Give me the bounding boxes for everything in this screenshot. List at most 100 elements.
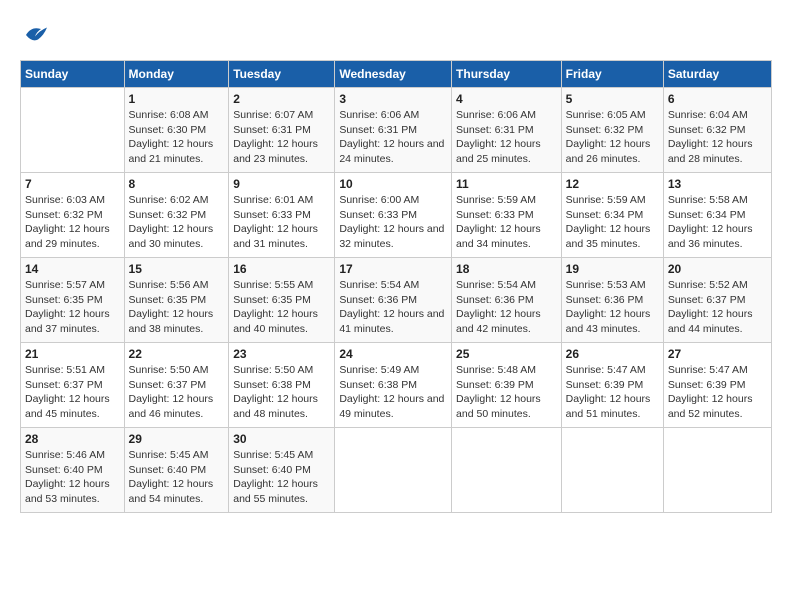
day-cell: 25 Sunrise: 5:48 AMSunset: 6:39 PMDaylig… — [452, 343, 562, 428]
day-number: 18 — [456, 262, 557, 276]
day-cell: 19 Sunrise: 5:53 AMSunset: 6:36 PMDaylig… — [561, 258, 663, 343]
header-thursday: Thursday — [452, 61, 562, 88]
day-number: 29 — [129, 432, 225, 446]
day-cell: 30 Sunrise: 5:45 AMSunset: 6:40 PMDaylig… — [229, 428, 335, 513]
header-friday: Friday — [561, 61, 663, 88]
day-number: 13 — [668, 177, 767, 191]
day-info: Sunrise: 6:00 AMSunset: 6:33 PMDaylight:… — [339, 193, 447, 252]
day-number: 14 — [25, 262, 120, 276]
day-info: Sunrise: 6:01 AMSunset: 6:33 PMDaylight:… — [233, 193, 330, 252]
logo-icon — [20, 20, 50, 50]
day-number: 23 — [233, 347, 330, 361]
day-cell: 23 Sunrise: 5:50 AMSunset: 6:38 PMDaylig… — [229, 343, 335, 428]
week-row-3: 14 Sunrise: 5:57 AMSunset: 6:35 PMDaylig… — [21, 258, 772, 343]
day-number: 1 — [129, 92, 225, 106]
day-info: Sunrise: 5:47 AMSunset: 6:39 PMDaylight:… — [668, 363, 767, 422]
day-info: Sunrise: 5:57 AMSunset: 6:35 PMDaylight:… — [25, 278, 120, 337]
day-info: Sunrise: 5:54 AMSunset: 6:36 PMDaylight:… — [339, 278, 447, 337]
day-info: Sunrise: 5:52 AMSunset: 6:37 PMDaylight:… — [668, 278, 767, 337]
day-number: 5 — [566, 92, 659, 106]
day-number: 27 — [668, 347, 767, 361]
day-cell — [452, 428, 562, 513]
day-cell: 16 Sunrise: 5:55 AMSunset: 6:35 PMDaylig… — [229, 258, 335, 343]
day-cell: 20 Sunrise: 5:52 AMSunset: 6:37 PMDaylig… — [663, 258, 771, 343]
day-number: 3 — [339, 92, 447, 106]
day-cell: 7 Sunrise: 6:03 AMSunset: 6:32 PMDayligh… — [21, 173, 125, 258]
week-row-1: 1 Sunrise: 6:08 AMSunset: 6:30 PMDayligh… — [21, 88, 772, 173]
day-info: Sunrise: 5:49 AMSunset: 6:38 PMDaylight:… — [339, 363, 447, 422]
week-row-2: 7 Sunrise: 6:03 AMSunset: 6:32 PMDayligh… — [21, 173, 772, 258]
day-info: Sunrise: 5:48 AMSunset: 6:39 PMDaylight:… — [456, 363, 557, 422]
day-cell: 27 Sunrise: 5:47 AMSunset: 6:39 PMDaylig… — [663, 343, 771, 428]
day-cell: 9 Sunrise: 6:01 AMSunset: 6:33 PMDayligh… — [229, 173, 335, 258]
day-number: 24 — [339, 347, 447, 361]
day-number: 8 — [129, 177, 225, 191]
header-monday: Monday — [124, 61, 229, 88]
day-info: Sunrise: 6:04 AMSunset: 6:32 PMDaylight:… — [668, 108, 767, 167]
page-header — [20, 20, 772, 50]
day-cell: 18 Sunrise: 5:54 AMSunset: 6:36 PMDaylig… — [452, 258, 562, 343]
day-info: Sunrise: 5:58 AMSunset: 6:34 PMDaylight:… — [668, 193, 767, 252]
day-info: Sunrise: 6:02 AMSunset: 6:32 PMDaylight:… — [129, 193, 225, 252]
day-info: Sunrise: 5:59 AMSunset: 6:34 PMDaylight:… — [566, 193, 659, 252]
day-cell — [335, 428, 452, 513]
day-number: 20 — [668, 262, 767, 276]
day-info: Sunrise: 6:05 AMSunset: 6:32 PMDaylight:… — [566, 108, 659, 167]
header-tuesday: Tuesday — [229, 61, 335, 88]
calendar-table: SundayMondayTuesdayWednesdayThursdayFrid… — [20, 60, 772, 513]
day-cell: 4 Sunrise: 6:06 AMSunset: 6:31 PMDayligh… — [452, 88, 562, 173]
day-cell: 14 Sunrise: 5:57 AMSunset: 6:35 PMDaylig… — [21, 258, 125, 343]
day-cell: 21 Sunrise: 5:51 AMSunset: 6:37 PMDaylig… — [21, 343, 125, 428]
header-sunday: Sunday — [21, 61, 125, 88]
day-cell: 28 Sunrise: 5:46 AMSunset: 6:40 PMDaylig… — [21, 428, 125, 513]
day-cell: 10 Sunrise: 6:00 AMSunset: 6:33 PMDaylig… — [335, 173, 452, 258]
day-cell — [663, 428, 771, 513]
header-saturday: Saturday — [663, 61, 771, 88]
day-cell: 15 Sunrise: 5:56 AMSunset: 6:35 PMDaylig… — [124, 258, 229, 343]
day-info: Sunrise: 5:50 AMSunset: 6:37 PMDaylight:… — [129, 363, 225, 422]
day-number: 16 — [233, 262, 330, 276]
day-info: Sunrise: 5:50 AMSunset: 6:38 PMDaylight:… — [233, 363, 330, 422]
day-number: 19 — [566, 262, 659, 276]
day-number: 7 — [25, 177, 120, 191]
day-number: 11 — [456, 177, 557, 191]
day-cell — [561, 428, 663, 513]
day-number: 25 — [456, 347, 557, 361]
day-number: 15 — [129, 262, 225, 276]
day-info: Sunrise: 5:47 AMSunset: 6:39 PMDaylight:… — [566, 363, 659, 422]
header-row: SundayMondayTuesdayWednesdayThursdayFrid… — [21, 61, 772, 88]
day-number: 22 — [129, 347, 225, 361]
day-info: Sunrise: 5:46 AMSunset: 6:40 PMDaylight:… — [25, 448, 120, 507]
day-info: Sunrise: 6:07 AMSunset: 6:31 PMDaylight:… — [233, 108, 330, 167]
day-number: 26 — [566, 347, 659, 361]
day-info: Sunrise: 5:56 AMSunset: 6:35 PMDaylight:… — [129, 278, 225, 337]
day-info: Sunrise: 5:51 AMSunset: 6:37 PMDaylight:… — [25, 363, 120, 422]
day-info: Sunrise: 5:45 AMSunset: 6:40 PMDaylight:… — [129, 448, 225, 507]
logo — [20, 20, 54, 50]
day-cell: 3 Sunrise: 6:06 AMSunset: 6:31 PMDayligh… — [335, 88, 452, 173]
day-cell: 26 Sunrise: 5:47 AMSunset: 6:39 PMDaylig… — [561, 343, 663, 428]
day-number: 6 — [668, 92, 767, 106]
week-row-4: 21 Sunrise: 5:51 AMSunset: 6:37 PMDaylig… — [21, 343, 772, 428]
day-number: 4 — [456, 92, 557, 106]
day-number: 2 — [233, 92, 330, 106]
day-cell — [21, 88, 125, 173]
day-cell: 29 Sunrise: 5:45 AMSunset: 6:40 PMDaylig… — [124, 428, 229, 513]
day-number: 17 — [339, 262, 447, 276]
day-cell: 6 Sunrise: 6:04 AMSunset: 6:32 PMDayligh… — [663, 88, 771, 173]
day-number: 9 — [233, 177, 330, 191]
day-info: Sunrise: 6:06 AMSunset: 6:31 PMDaylight:… — [456, 108, 557, 167]
day-cell: 5 Sunrise: 6:05 AMSunset: 6:32 PMDayligh… — [561, 88, 663, 173]
day-info: Sunrise: 5:59 AMSunset: 6:33 PMDaylight:… — [456, 193, 557, 252]
day-cell: 13 Sunrise: 5:58 AMSunset: 6:34 PMDaylig… — [663, 173, 771, 258]
day-info: Sunrise: 5:45 AMSunset: 6:40 PMDaylight:… — [233, 448, 330, 507]
header-wednesday: Wednesday — [335, 61, 452, 88]
day-cell: 17 Sunrise: 5:54 AMSunset: 6:36 PMDaylig… — [335, 258, 452, 343]
day-cell: 1 Sunrise: 6:08 AMSunset: 6:30 PMDayligh… — [124, 88, 229, 173]
day-number: 12 — [566, 177, 659, 191]
day-cell: 2 Sunrise: 6:07 AMSunset: 6:31 PMDayligh… — [229, 88, 335, 173]
day-info: Sunrise: 6:03 AMSunset: 6:32 PMDaylight:… — [25, 193, 120, 252]
day-info: Sunrise: 5:53 AMSunset: 6:36 PMDaylight:… — [566, 278, 659, 337]
day-cell: 24 Sunrise: 5:49 AMSunset: 6:38 PMDaylig… — [335, 343, 452, 428]
day-cell: 22 Sunrise: 5:50 AMSunset: 6:37 PMDaylig… — [124, 343, 229, 428]
